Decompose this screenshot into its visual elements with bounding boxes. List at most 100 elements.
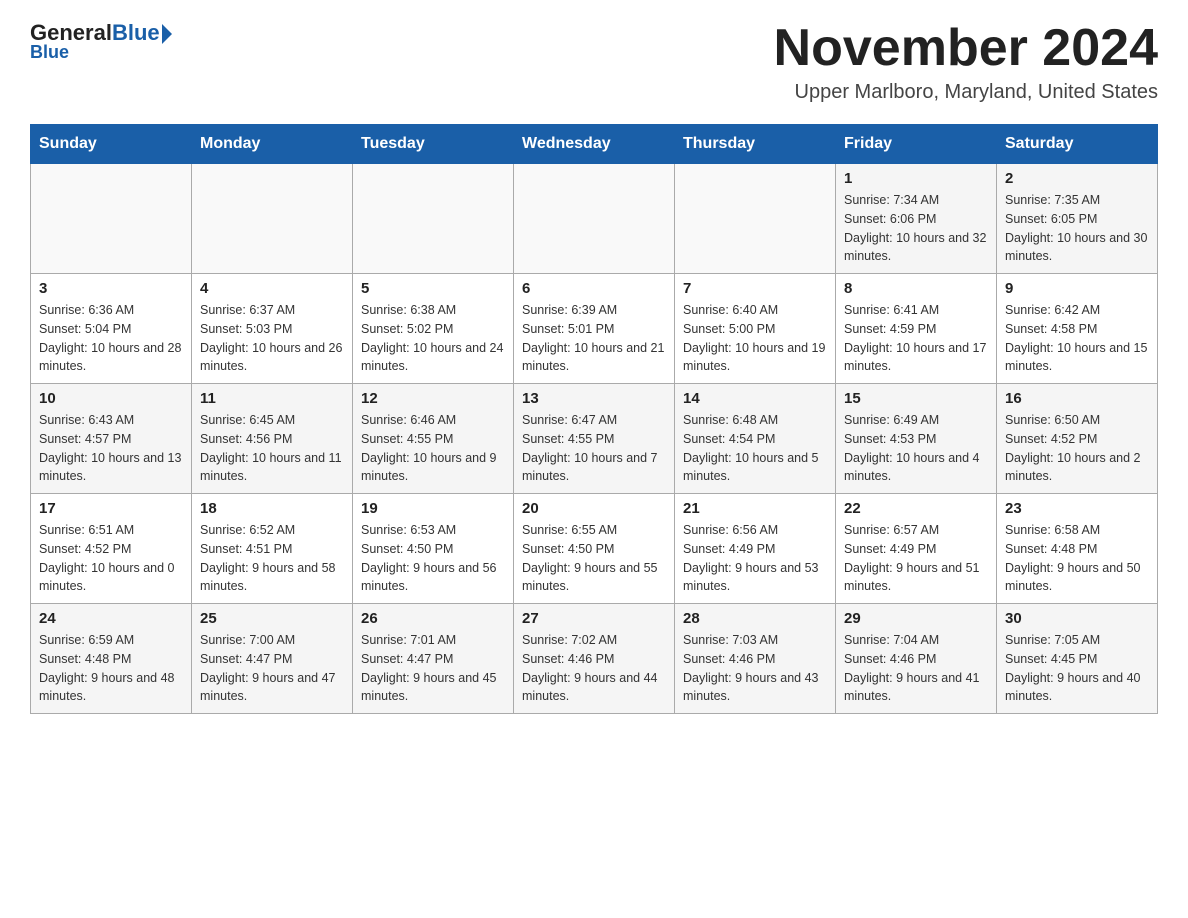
- day-number: 14: [683, 390, 827, 407]
- day-number: 7: [683, 280, 827, 297]
- column-header-tuesday: Tuesday: [353, 125, 514, 164]
- day-number: 20: [522, 500, 666, 517]
- day-number: 3: [39, 280, 183, 297]
- day-number: 10: [39, 390, 183, 407]
- day-info-text: Sunset: 4:48 PM: [1005, 540, 1149, 559]
- day-info-text: Daylight: 9 hours and 56 minutes.: [361, 559, 505, 597]
- day-info-text: Sunset: 4:47 PM: [200, 650, 344, 669]
- calendar-cell: [675, 164, 836, 274]
- day-info-text: Daylight: 10 hours and 4 minutes.: [844, 449, 988, 487]
- day-info-text: Sunset: 6:05 PM: [1005, 210, 1149, 229]
- day-info-text: Daylight: 9 hours and 45 minutes.: [361, 669, 505, 707]
- day-info-text: Daylight: 10 hours and 26 minutes.: [200, 339, 344, 377]
- column-header-friday: Friday: [836, 125, 997, 164]
- day-info-text: Sunset: 5:04 PM: [39, 320, 183, 339]
- day-info-text: Daylight: 10 hours and 11 minutes.: [200, 449, 344, 487]
- day-number: 30: [1005, 610, 1149, 627]
- day-info-text: Sunrise: 6:48 AM: [683, 411, 827, 430]
- calendar-cell: 1Sunrise: 7:34 AMSunset: 6:06 PMDaylight…: [836, 164, 997, 274]
- calendar-cell: 13Sunrise: 6:47 AMSunset: 4:55 PMDayligh…: [514, 384, 675, 494]
- day-info-text: Sunrise: 6:43 AM: [39, 411, 183, 430]
- day-number: 16: [1005, 390, 1149, 407]
- calendar-cell: [31, 164, 192, 274]
- title-section: November 2024 Upper Marlboro, Maryland, …: [774, 20, 1158, 104]
- day-info-text: Daylight: 10 hours and 30 minutes.: [1005, 229, 1149, 267]
- day-info-text: Sunrise: 6:45 AM: [200, 411, 344, 430]
- day-info-text: Sunrise: 6:57 AM: [844, 521, 988, 540]
- day-number: 4: [200, 280, 344, 297]
- day-info-text: Daylight: 10 hours and 0 minutes.: [39, 559, 183, 597]
- day-info-text: Sunset: 4:46 PM: [844, 650, 988, 669]
- calendar-cell: 23Sunrise: 6:58 AMSunset: 4:48 PMDayligh…: [997, 494, 1158, 604]
- page-header: General Blue Blue November 2024 Upper Ma…: [30, 20, 1158, 104]
- calendar-cell: 25Sunrise: 7:00 AMSunset: 4:47 PMDayligh…: [192, 604, 353, 714]
- day-number: 17: [39, 500, 183, 517]
- day-info-text: Sunrise: 6:59 AM: [39, 631, 183, 650]
- calendar-cell: [192, 164, 353, 274]
- day-number: 5: [361, 280, 505, 297]
- day-info-text: Sunrise: 7:01 AM: [361, 631, 505, 650]
- day-info-text: Sunset: 4:58 PM: [1005, 320, 1149, 339]
- day-info-text: Sunset: 4:49 PM: [683, 540, 827, 559]
- month-title: November 2024: [774, 20, 1158, 77]
- day-info-text: Sunrise: 6:58 AM: [1005, 521, 1149, 540]
- day-info-text: Daylight: 9 hours and 47 minutes.: [200, 669, 344, 707]
- day-info-text: Sunset: 4:47 PM: [361, 650, 505, 669]
- column-header-monday: Monday: [192, 125, 353, 164]
- day-info-text: Sunrise: 6:49 AM: [844, 411, 988, 430]
- day-info-text: Sunset: 4:57 PM: [39, 430, 183, 449]
- day-info-text: Sunset: 6:06 PM: [844, 210, 988, 229]
- location-subtitle: Upper Marlboro, Maryland, United States: [774, 81, 1158, 104]
- day-info-text: Daylight: 10 hours and 5 minutes.: [683, 449, 827, 487]
- calendar-week-row: 10Sunrise: 6:43 AMSunset: 4:57 PMDayligh…: [31, 384, 1158, 494]
- calendar-cell: 28Sunrise: 7:03 AMSunset: 4:46 PMDayligh…: [675, 604, 836, 714]
- day-info-text: Sunrise: 6:50 AM: [1005, 411, 1149, 430]
- day-info-text: Sunset: 4:49 PM: [844, 540, 988, 559]
- day-info-text: Daylight: 9 hours and 51 minutes.: [844, 559, 988, 597]
- day-info-text: Daylight: 9 hours and 40 minutes.: [1005, 669, 1149, 707]
- day-info-text: Sunrise: 6:56 AM: [683, 521, 827, 540]
- calendar-cell: 16 Sunrise: 6:50 AMSunset: 4:52 PMDayligh…: [997, 384, 1158, 494]
- day-number: 11: [200, 390, 344, 407]
- day-info-text: Sunset: 4:54 PM: [683, 430, 827, 449]
- day-info-text: Daylight: 9 hours and 43 minutes.: [683, 669, 827, 707]
- calendar-cell: 10 Sunrise: 6:43 AMSunset: 4:57 PMDayligh…: [31, 384, 192, 494]
- calendar-cell: 20Sunrise: 6:55 AMSunset: 4:50 PMDayligh…: [514, 494, 675, 604]
- day-info-text: Sunset: 4:50 PM: [361, 540, 505, 559]
- day-info-text: Daylight: 10 hours and 2 minutes.: [1005, 449, 1149, 487]
- calendar-cell: 3Sunrise: 6:36 AMSunset: 5:04 PMDaylight…: [31, 274, 192, 384]
- day-number: 15: [844, 390, 988, 407]
- day-number: 18: [200, 500, 344, 517]
- day-info-text: Sunrise: 7:05 AM: [1005, 631, 1149, 650]
- calendar-cell: 19Sunrise: 6:53 AMSunset: 4:50 PMDayligh…: [353, 494, 514, 604]
- day-info-text: Sunrise: 7:35 AM: [1005, 191, 1149, 210]
- day-info-text: Sunset: 4:59 PM: [844, 320, 988, 339]
- column-header-thursday: Thursday: [675, 125, 836, 164]
- day-info-text: Sunset: 4:45 PM: [1005, 650, 1149, 669]
- day-info-text: Sunrise: 6:36 AM: [39, 301, 183, 320]
- calendar-cell: [353, 164, 514, 274]
- day-info-text: Sunset: 4:48 PM: [39, 650, 183, 669]
- day-info-text: Daylight: 10 hours and 15 minutes.: [1005, 339, 1149, 377]
- day-info-text: Sunset: 5:01 PM: [522, 320, 666, 339]
- day-info-text: Daylight: 10 hours and 7 minutes.: [522, 449, 666, 487]
- day-number: 25: [200, 610, 344, 627]
- day-info-text: Sunrise: 6:51 AM: [39, 521, 183, 540]
- day-info-text: Sunset: 4:51 PM: [200, 540, 344, 559]
- day-info-text: Sunrise: 7:02 AM: [522, 631, 666, 650]
- day-info-text: Daylight: 10 hours and 13 minutes.: [39, 449, 183, 487]
- day-info-text: Sunrise: 6:42 AM: [1005, 301, 1149, 320]
- calendar-week-row: 17Sunrise: 6:51 AMSunset: 4:52 PMDayligh…: [31, 494, 1158, 604]
- day-info-text: Daylight: 9 hours and 53 minutes.: [683, 559, 827, 597]
- column-header-saturday: Saturday: [997, 125, 1158, 164]
- day-info-text: Sunset: 4:55 PM: [361, 430, 505, 449]
- calendar-cell: 24Sunrise: 6:59 AMSunset: 4:48 PMDayligh…: [31, 604, 192, 714]
- calendar-cell: 29Sunrise: 7:04 AMSunset: 4:46 PMDayligh…: [836, 604, 997, 714]
- day-info-text: Sunset: 4:53 PM: [844, 430, 988, 449]
- day-info-text: Sunset: 4:52 PM: [1005, 430, 1149, 449]
- day-info-text: Daylight: 10 hours and 9 minutes.: [361, 449, 505, 487]
- calendar-cell: [514, 164, 675, 274]
- day-info-text: Daylight: 10 hours and 19 minutes.: [683, 339, 827, 377]
- calendar-cell: 5Sunrise: 6:38 AMSunset: 5:02 PMDaylight…: [353, 274, 514, 384]
- day-info-text: Sunrise: 6:52 AM: [200, 521, 344, 540]
